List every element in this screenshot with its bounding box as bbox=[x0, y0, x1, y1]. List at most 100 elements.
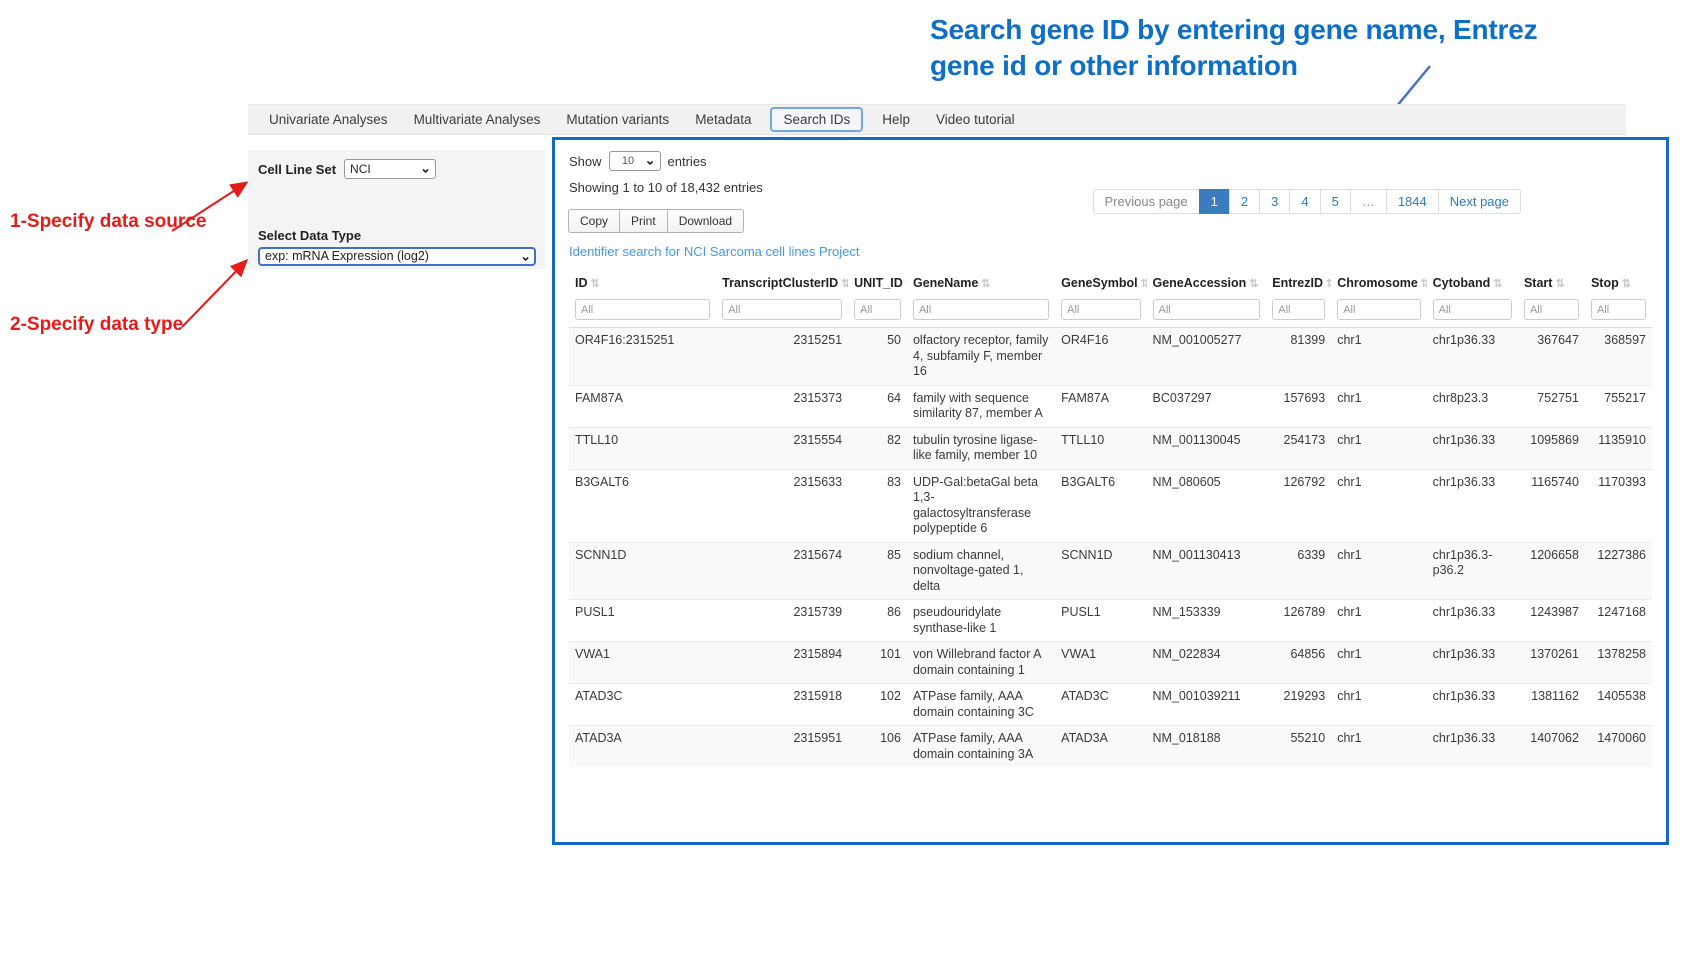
cell-start: 752751 bbox=[1518, 385, 1585, 427]
previous-page-button[interactable]: Previous page bbox=[1093, 189, 1200, 214]
column-header-unit-id[interactable]: UNIT_ID⇅ bbox=[848, 269, 907, 297]
column-header-genename[interactable]: GeneName⇅ bbox=[907, 269, 1055, 297]
column-label: ID bbox=[575, 276, 588, 290]
page-button-4[interactable]: 4 bbox=[1289, 189, 1320, 214]
page-button-1[interactable]: 1 bbox=[1199, 189, 1230, 214]
filter-input-entrezid[interactable] bbox=[1272, 299, 1325, 320]
entries-label: entries bbox=[668, 154, 707, 169]
table-row: SCNN1D231567485sodium channel, nonvoltag… bbox=[569, 542, 1652, 600]
cell-genename: ATPase family, AAA domain containing 3C bbox=[907, 684, 1055, 726]
annotation-data-source-note: 1-Specify data source bbox=[10, 211, 206, 233]
tab-search-ids[interactable]: Search IDs bbox=[770, 107, 863, 132]
cell-genename: olfactory receptor, family 4, subfamily … bbox=[907, 328, 1055, 386]
tab-video-tutorial[interactable]: Video tutorial bbox=[923, 112, 1028, 127]
column-label: UNIT_ID bbox=[854, 276, 903, 290]
column-header-geneaccession[interactable]: GeneAccession⇅ bbox=[1147, 269, 1267, 297]
pagination-ellipsis: … bbox=[1350, 189, 1387, 214]
cell-entrezid: 81399 bbox=[1266, 328, 1331, 386]
cell-geneaccession: NM_080605 bbox=[1147, 469, 1267, 542]
column-label: EntrezID bbox=[1272, 276, 1323, 290]
cell-line-set-select-wrap: NCI ⌄ bbox=[344, 159, 436, 179]
filter-input-geneaccession[interactable] bbox=[1153, 299, 1261, 320]
filter-input-cytoband[interactable] bbox=[1433, 299, 1512, 320]
annotation-search-note-line1: Search gene ID by entering gene name, En… bbox=[930, 12, 1630, 48]
page-button-2[interactable]: 2 bbox=[1229, 189, 1260, 214]
cell-genesymbol: VWA1 bbox=[1055, 642, 1146, 684]
cell-start: 1095869 bbox=[1518, 427, 1585, 469]
gene-table: ID⇅TranscriptClusterID⇅UNIT_ID⇅GeneName⇅… bbox=[569, 269, 1652, 767]
column-label: GeneSymbol bbox=[1061, 276, 1137, 290]
table-row: TTLL10231555482tubulin tyrosine ligase-l… bbox=[569, 427, 1652, 469]
cell-stop: 1227386 bbox=[1585, 542, 1652, 600]
annotation-data-type-note: 2-Specify data type bbox=[10, 314, 183, 336]
cell-entrezid: 219293 bbox=[1266, 684, 1331, 726]
page-button-1844[interactable]: 1844 bbox=[1386, 189, 1439, 214]
copy-button[interactable]: Copy bbox=[568, 209, 620, 233]
tab-univariate-analyses[interactable]: Univariate Analyses bbox=[256, 112, 401, 127]
filter-row bbox=[569, 297, 1652, 328]
cell-genename: tubulin tyrosine ligase-like family, mem… bbox=[907, 427, 1055, 469]
sort-icon: ⇅ bbox=[591, 278, 600, 290]
filter-input-chromosome[interactable] bbox=[1337, 299, 1420, 320]
pagination: Previous page12345…1844Next page bbox=[1094, 189, 1521, 214]
column-header-start[interactable]: Start⇅ bbox=[1518, 269, 1585, 297]
next-page-button[interactable]: Next page bbox=[1438, 189, 1521, 214]
data-type-select[interactable]: exp: mRNA Expression (log2) bbox=[258, 247, 536, 266]
column-header-cytoband[interactable]: Cytoband⇅ bbox=[1427, 269, 1518, 297]
page-button-5[interactable]: 5 bbox=[1320, 189, 1351, 214]
table-row: PUSL1231573986pseudouridylate synthase-l… bbox=[569, 600, 1652, 642]
column-header-chromosome[interactable]: Chromosome⇅ bbox=[1331, 269, 1426, 297]
sort-icon: ⇅ bbox=[1421, 278, 1427, 290]
download-button[interactable]: Download bbox=[667, 209, 744, 233]
cell-entrezid: 126789 bbox=[1266, 600, 1331, 642]
cell-entrezid: 254173 bbox=[1266, 427, 1331, 469]
column-header-transcriptclusterid[interactable]: TranscriptClusterID⇅ bbox=[716, 269, 848, 297]
filter-input-id[interactable] bbox=[575, 299, 710, 320]
filter-input-transcriptclusterid[interactable] bbox=[722, 299, 842, 320]
cell-unit-id: 85 bbox=[848, 542, 907, 600]
cell-stop: 1470060 bbox=[1585, 726, 1652, 768]
print-button[interactable]: Print bbox=[619, 209, 668, 233]
cell-genename: UDP-Gal:betaGal beta 1,3-galactosyltrans… bbox=[907, 469, 1055, 542]
filter-input-stop[interactable] bbox=[1591, 299, 1646, 320]
cell-entrezid: 6339 bbox=[1266, 542, 1331, 600]
sort-icon: ⇅ bbox=[981, 278, 990, 290]
page-length-select[interactable]: 10 bbox=[609, 151, 661, 171]
cell-start: 1381162 bbox=[1518, 684, 1585, 726]
cell-start: 1370261 bbox=[1518, 642, 1585, 684]
cell-entrezid: 55210 bbox=[1266, 726, 1331, 768]
cell-unit-id: 50 bbox=[848, 328, 907, 386]
tab-mutation-variants[interactable]: Mutation variants bbox=[553, 112, 682, 127]
cell-chromosome: chr1 bbox=[1331, 642, 1426, 684]
column-header-genesymbol[interactable]: GeneSymbol⇅ bbox=[1055, 269, 1146, 297]
cell-transcriptclusterid: 2315373 bbox=[716, 385, 848, 427]
cell-genesymbol: FAM87A bbox=[1055, 385, 1146, 427]
page-button-3[interactable]: 3 bbox=[1259, 189, 1290, 214]
filter-cell bbox=[1518, 297, 1585, 328]
cell-unit-id: 106 bbox=[848, 726, 907, 768]
tab-multivariate-analyses[interactable]: Multivariate Analyses bbox=[401, 112, 554, 127]
identifier-search-link[interactable]: Identifier search for NCI Sarcoma cell l… bbox=[569, 244, 859, 259]
cell-line-set-label: Cell Line Set bbox=[258, 162, 336, 177]
annotation-search-note-line2: gene id or other information bbox=[930, 48, 1630, 84]
cell-geneaccession: NM_001005277 bbox=[1147, 328, 1267, 386]
filter-input-start[interactable] bbox=[1524, 299, 1579, 320]
search-ids-panel: Show 10 ⌄ entries Showing 1 to 10 of 18,… bbox=[552, 137, 1669, 845]
tab-help[interactable]: Help bbox=[869, 112, 923, 127]
cell-id: FAM87A bbox=[569, 385, 716, 427]
column-header-entrezid[interactable]: EntrezID⇅ bbox=[1266, 269, 1331, 297]
cell-cytoband: chr1p36.33 bbox=[1427, 469, 1518, 542]
tab-metadata[interactable]: Metadata bbox=[682, 112, 764, 127]
cell-id: SCNN1D bbox=[569, 542, 716, 600]
column-header-stop[interactable]: Stop⇅ bbox=[1585, 269, 1652, 297]
cell-entrezid: 157693 bbox=[1266, 385, 1331, 427]
cell-genesymbol: PUSL1 bbox=[1055, 600, 1146, 642]
filter-input-genename[interactable] bbox=[913, 299, 1049, 320]
cell-line-set-select[interactable]: NCI bbox=[344, 159, 436, 179]
filter-input-unit-id[interactable] bbox=[854, 299, 901, 320]
column-header-id[interactable]: ID⇅ bbox=[569, 269, 716, 297]
cell-chromosome: chr1 bbox=[1331, 385, 1426, 427]
filter-input-genesymbol[interactable] bbox=[1061, 299, 1140, 320]
cell-unit-id: 64 bbox=[848, 385, 907, 427]
table-row: ATAD3C2315918102ATPase family, AAA domai… bbox=[569, 684, 1652, 726]
